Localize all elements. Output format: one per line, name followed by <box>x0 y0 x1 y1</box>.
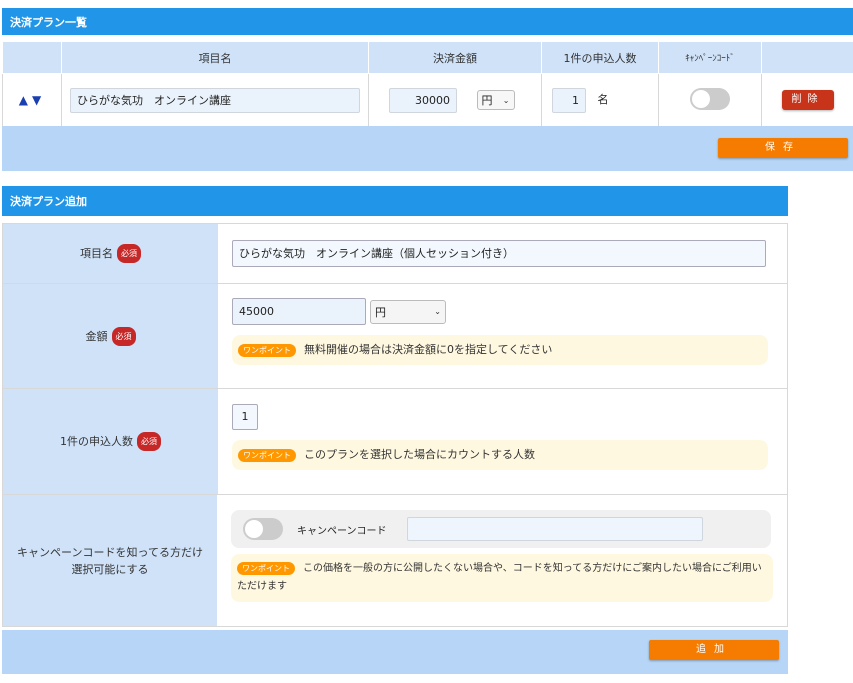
count-tip-text: このプランを選択した場合にカウントする人数 <box>304 448 535 461</box>
name-label-text: 項目名 <box>80 247 113 260</box>
plan-count-input[interactable]: 1 <box>552 87 586 113</box>
currency-value: 円 <box>375 305 386 319</box>
delete-button[interactable]: 削除 <box>781 90 834 110</box>
count-input[interactable]: 1 <box>232 404 258 430</box>
plan-table: 項目名 決済金額 1件の申込人数 ｷｬﾝﾍﾟｰﾝｺｰﾄﾞ ▲▼ ひらがな気功 オ… <box>2 41 853 127</box>
campaign-toggle[interactable] <box>690 87 730 110</box>
required-badge: 必須 <box>137 432 161 451</box>
plan-list-title: 決済プラン一覧 <box>10 15 87 29</box>
column-header: 1件の申込人数 <box>541 41 659 74</box>
save-button[interactable]: 保存 <box>718 138 848 158</box>
campaign-toggle-label: キャンペーンコード <box>297 525 387 537</box>
amount-label-text: 金額 <box>85 329 108 343</box>
campaign-code-input[interactable] <box>406 517 703 541</box>
required-badge: 必須 <box>117 244 141 263</box>
count-label-text: 1件の申込人数 <box>60 435 133 448</box>
reorder-arrows-icon[interactable]: ▲▼ <box>2 73 62 127</box>
amount-tip-text: 無料開催の場合は決済金額に0を指定してください <box>304 343 553 356</box>
form-row-amount: 金額 必須 45000 円 ⌄ ワンポイント 無料開催の場合は決済金額に0を指定してく… <box>3 283 787 388</box>
plan-amount-input[interactable]: 30000 <box>389 87 457 113</box>
tip-badge: ワンポイント <box>238 343 296 357</box>
chevron-down-icon: ⌄ <box>434 307 441 316</box>
form-row-name: 項目名 必須 ひらがな気功 オンライン講座（個人セッション付き） <box>3 223 787 283</box>
form-row-count: 1件の申込人数 必須 1 ワンポイント このプランを選択した場合にカウントする人数 <box>3 388 787 494</box>
table-row: ▲▼ ひらがな気功 オンライン講座 30000 円 ⌄ 1 名 削除 <box>2 73 853 127</box>
add-form-title: 決済プラン追加 <box>10 195 87 208</box>
name-input[interactable]: ひらがな気功 オンライン講座（個人セッション付き） <box>232 240 766 267</box>
column-header <box>2 41 62 74</box>
required-badge: 必須 <box>111 326 136 346</box>
plan-table-header-row: 項目名 決済金額 1件の申込人数 ｷｬﾝﾍﾟｰﾝｺｰﾄﾞ <box>2 41 853 74</box>
campaign-tip-text: この価格を一般の方に公開したくない場合や、コードを知ってる方だけにご案内したい場… <box>237 563 762 592</box>
campaign-toggle-panel: キャンペーンコード <box>231 510 771 548</box>
campaign-label: キャンペーンコードを知ってる方だけ選択可能にする <box>3 495 217 626</box>
chevron-down-icon: ⌄ <box>502 95 510 105</box>
add-form-header: 決済プラン追加 <box>2 186 788 216</box>
toggle-knob <box>245 520 263 538</box>
amount-tip: ワンポイント 無料開催の場合は決済金額に0を指定してください <box>232 335 768 365</box>
count-tip: ワンポイント このプランを選択した場合にカウントする人数 <box>232 440 768 470</box>
column-header: 決済金額 <box>368 41 542 74</box>
amount-label: 金額 必須 <box>3 284 218 388</box>
plan-list-header: 決済プラン一覧 <box>2 8 853 35</box>
campaign-toggle[interactable] <box>243 518 283 540</box>
tip-badge: ワンポイント <box>238 448 296 462</box>
column-header <box>761 41 853 74</box>
form-row-campaign: キャンペーンコードを知ってる方だけ選択可能にする キャンペーンコード ワンポイン… <box>3 494 787 626</box>
column-header: ｷｬﾝﾍﾟｰﾝｺｰﾄﾞ <box>658 41 762 74</box>
amount-input[interactable]: 45000 <box>232 298 366 325</box>
currency-value: 円 <box>481 94 493 107</box>
currency-select[interactable]: 円 ⌄ <box>370 299 446 324</box>
plan-name-input[interactable]: ひらがな気功 オンライン講座 <box>70 87 360 113</box>
count-unit: 名 <box>597 93 609 106</box>
name-label: 項目名 必須 <box>3 224 218 283</box>
tip-badge: ワンポイント <box>237 561 295 575</box>
add-plan-form: 項目名 必須 ひらがな気功 オンライン講座（個人セッション付き） 金額 必須 450… <box>2 223 788 627</box>
add-button[interactable]: 追加 <box>649 640 779 660</box>
toggle-knob <box>692 89 710 108</box>
plan-currency-select[interactable]: 円 ⌄ <box>476 90 515 110</box>
campaign-tip: ワンポイント この価格を一般の方に公開したくない場合や、コードを知ってる方だけにご… <box>231 554 773 602</box>
column-header: 項目名 <box>61 41 369 74</box>
count-label: 1件の申込人数 必須 <box>3 389 218 494</box>
